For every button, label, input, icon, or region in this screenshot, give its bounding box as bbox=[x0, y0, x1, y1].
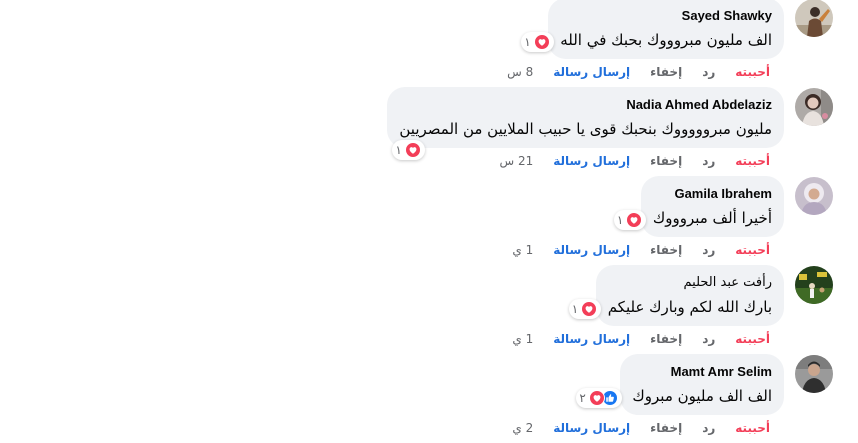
comment-bubble: Gamila Ibrahem أخيرا ألف مبروووك ١ bbox=[613, 176, 784, 237]
like-button[interactable]: أحببته bbox=[735, 153, 770, 169]
comment-text: بارك الله لكم وبارك عليكم bbox=[607, 298, 772, 316]
comment-author[interactable]: Mamt Amr Selim bbox=[632, 364, 772, 380]
comment-text: الف الف مليون مبروك bbox=[632, 387, 772, 405]
comment: Sayed Shawky الف مليون مبروووك بحبك في ا… bbox=[0, 0, 858, 87]
comment-author[interactable]: Nadia Ahmed Abdelaziz bbox=[399, 97, 772, 113]
send-message-button[interactable]: إرسال رسالة bbox=[553, 242, 630, 258]
comment-timestamp[interactable]: 1 ي bbox=[512, 331, 533, 347]
avatar[interactable] bbox=[795, 88, 833, 126]
reaction-summary[interactable]: ٢ bbox=[576, 388, 622, 408]
comment: رأفت عبد الحليم بارك الله لكم وبارك عليك… bbox=[0, 265, 858, 354]
hide-button[interactable]: إخفاء bbox=[650, 420, 682, 436]
reaction-count: ١ bbox=[571, 302, 579, 316]
comment-text: مليون مبروووووك بنحبك قوى يا حبيب الملاي… bbox=[399, 120, 772, 138]
comment-text: أخيرا ألف مبروووك bbox=[652, 209, 772, 227]
comments-list: Sayed Shawky الف مليون مبروووك بحبك في ا… bbox=[0, 0, 858, 443]
comment-bubble: رأفت عبد الحليم بارك الله لكم وبارك عليك… bbox=[568, 265, 784, 326]
comment: Mamt Amr Selim الف الف مليون مبروك ٢ أحب… bbox=[0, 354, 858, 443]
avatar[interactable] bbox=[795, 266, 833, 304]
reply-button[interactable]: رد bbox=[702, 242, 715, 258]
like-button[interactable]: أحببته bbox=[735, 64, 770, 80]
reply-button[interactable]: رد bbox=[702, 153, 715, 169]
comment-author[interactable]: Sayed Shawky bbox=[560, 8, 772, 24]
hide-button[interactable]: إخفاء bbox=[650, 64, 682, 80]
heart-icon bbox=[588, 390, 605, 406]
comment-actions: أحببته رد إخفاء إرسال رسالة 8 س bbox=[507, 64, 770, 80]
heart-icon bbox=[533, 34, 550, 50]
comment-bubble: Nadia Ahmed Abdelaziz مليون مبروووووك بن… bbox=[387, 87, 784, 160]
comment-bubble: Mamt Amr Selim الف الف مليون مبروك ٢ bbox=[576, 354, 784, 415]
comment: Gamila Ibrahem أخيرا ألف مبروووك ١ أحببت… bbox=[0, 176, 858, 265]
send-message-button[interactable]: إرسال رسالة bbox=[553, 153, 630, 169]
hide-button[interactable]: إخفاء bbox=[650, 242, 682, 258]
send-message-button[interactable]: إرسال رسالة bbox=[553, 64, 630, 80]
reaction-count: ٢ bbox=[579, 391, 586, 405]
reaction-summary[interactable]: ١ bbox=[613, 210, 647, 230]
comment-timestamp[interactable]: 1 ي bbox=[512, 242, 533, 258]
reply-button[interactable]: رد bbox=[702, 420, 715, 436]
hide-button[interactable]: إخفاء bbox=[650, 153, 682, 169]
reaction-summary[interactable]: ١ bbox=[521, 32, 554, 52]
avatar[interactable] bbox=[795, 355, 833, 393]
comment-timestamp[interactable]: 8 س bbox=[507, 64, 533, 80]
comment-text: الف مليون مبروووك بحبك في الله bbox=[560, 31, 772, 49]
heart-icon bbox=[626, 212, 643, 228]
reaction-count: ١ bbox=[395, 143, 402, 157]
reaction-summary[interactable]: ١ bbox=[568, 299, 602, 319]
avatar[interactable] bbox=[795, 0, 833, 37]
reaction-summary[interactable]: ١ bbox=[392, 140, 425, 160]
comment-author[interactable]: Gamila Ibrahem bbox=[653, 186, 772, 202]
comment-author[interactable]: رأفت عبد الحليم bbox=[608, 275, 772, 291]
reply-button[interactable]: رد bbox=[702, 64, 715, 80]
like-button[interactable]: أحببته bbox=[735, 242, 770, 258]
heart-icon bbox=[404, 142, 421, 158]
reply-button[interactable]: رد bbox=[702, 331, 715, 347]
comment-actions: أحببته رد إخفاء إرسال رسالة 1 ي bbox=[512, 331, 770, 347]
avatar[interactable] bbox=[795, 177, 833, 215]
send-message-button[interactable]: إرسال رسالة bbox=[553, 331, 630, 347]
comment-bubble: Sayed Shawky الف مليون مبروووك بحبك في ا… bbox=[521, 0, 784, 59]
like-button[interactable]: أحببته bbox=[735, 420, 770, 436]
reaction-count: ١ bbox=[524, 35, 531, 49]
heart-icon bbox=[581, 301, 598, 317]
comment-actions: أحببته رد إخفاء إرسال رسالة 2 ي bbox=[512, 420, 770, 436]
like-button[interactable]: أحببته bbox=[735, 331, 770, 347]
reaction-count: ١ bbox=[616, 213, 624, 227]
comment-timestamp[interactable]: 2 ي bbox=[512, 420, 533, 436]
comment-actions: أحببته رد إخفاء إرسال رسالة 1 ي bbox=[512, 242, 770, 258]
send-message-button[interactable]: إرسال رسالة bbox=[553, 420, 630, 436]
comment-timestamp[interactable]: 21 س bbox=[499, 153, 533, 169]
comment-actions: أحببته رد إخفاء إرسال رسالة 21 س bbox=[499, 153, 770, 169]
hide-button[interactable]: إخفاء bbox=[650, 331, 682, 347]
comment: Nadia Ahmed Abdelaziz مليون مبروووووك بن… bbox=[0, 87, 858, 176]
